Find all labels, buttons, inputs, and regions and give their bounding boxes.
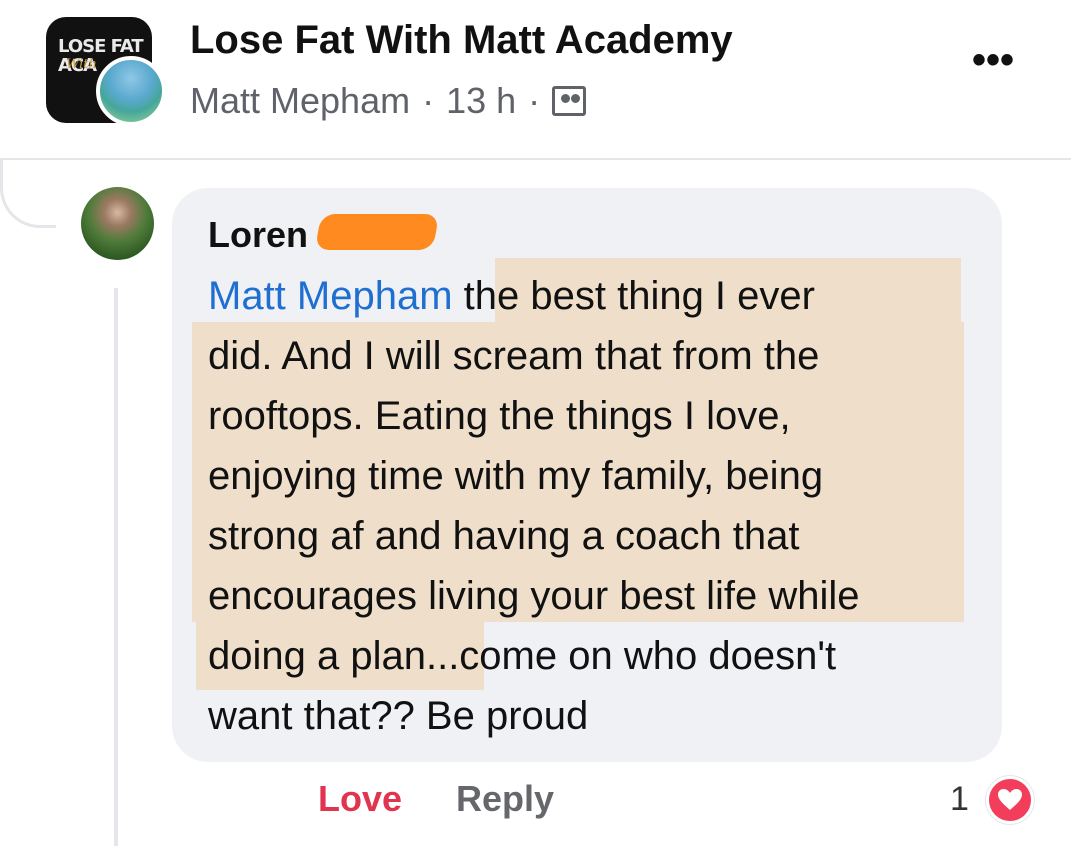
- post-time[interactable]: 13 h: [446, 80, 516, 122]
- reply-button[interactable]: Reply: [456, 778, 554, 820]
- comment-line-1: Matt Mepham the best thing I ever: [208, 274, 815, 318]
- more-options-button[interactable]: •••: [972, 40, 1014, 80]
- comment-line-7: doing a plan...come on who doesn't: [208, 634, 837, 678]
- meta-separator: ·: [422, 80, 435, 121]
- group-icon: [552, 86, 587, 116]
- comment-line-6: encourages living your best life while: [208, 574, 860, 618]
- meta-separator-2: ·: [528, 80, 541, 121]
- heart-icon[interactable]: [986, 776, 1034, 824]
- thread-connector: [0, 160, 56, 228]
- name-redaction: [314, 214, 440, 250]
- comment-line-4: enjoying time with my family, being: [208, 454, 824, 498]
- comment-text: Matt Mepham the best thing I ever did. A…: [208, 266, 988, 746]
- comment-line-2: did. And I will scream that from the: [208, 334, 820, 378]
- comment-line-8: want that?? Be proud: [208, 694, 589, 738]
- group-title[interactable]: Lose Fat With Matt Academy: [190, 18, 733, 63]
- mention-link[interactable]: Matt Mepham: [208, 274, 453, 318]
- thread-line: [114, 288, 118, 846]
- header-divider: [0, 158, 1071, 160]
- commenter-name[interactable]: Loren: [208, 214, 308, 256]
- author-avatar[interactable]: [96, 56, 166, 126]
- group-logo-script: With: [66, 57, 97, 72]
- reaction-count[interactable]: 1: [950, 780, 969, 819]
- love-reaction-button[interactable]: Love: [318, 778, 402, 820]
- comment-line-5: strong af and having a coach that: [208, 514, 800, 558]
- comment-line-3: rooftops. Eating the things I love,: [208, 394, 791, 438]
- commenter-avatar[interactable]: [81, 187, 154, 260]
- post-meta: Matt Mepham · 13 h ·: [190, 80, 587, 122]
- author-name[interactable]: Matt Mepham: [190, 80, 410, 122]
